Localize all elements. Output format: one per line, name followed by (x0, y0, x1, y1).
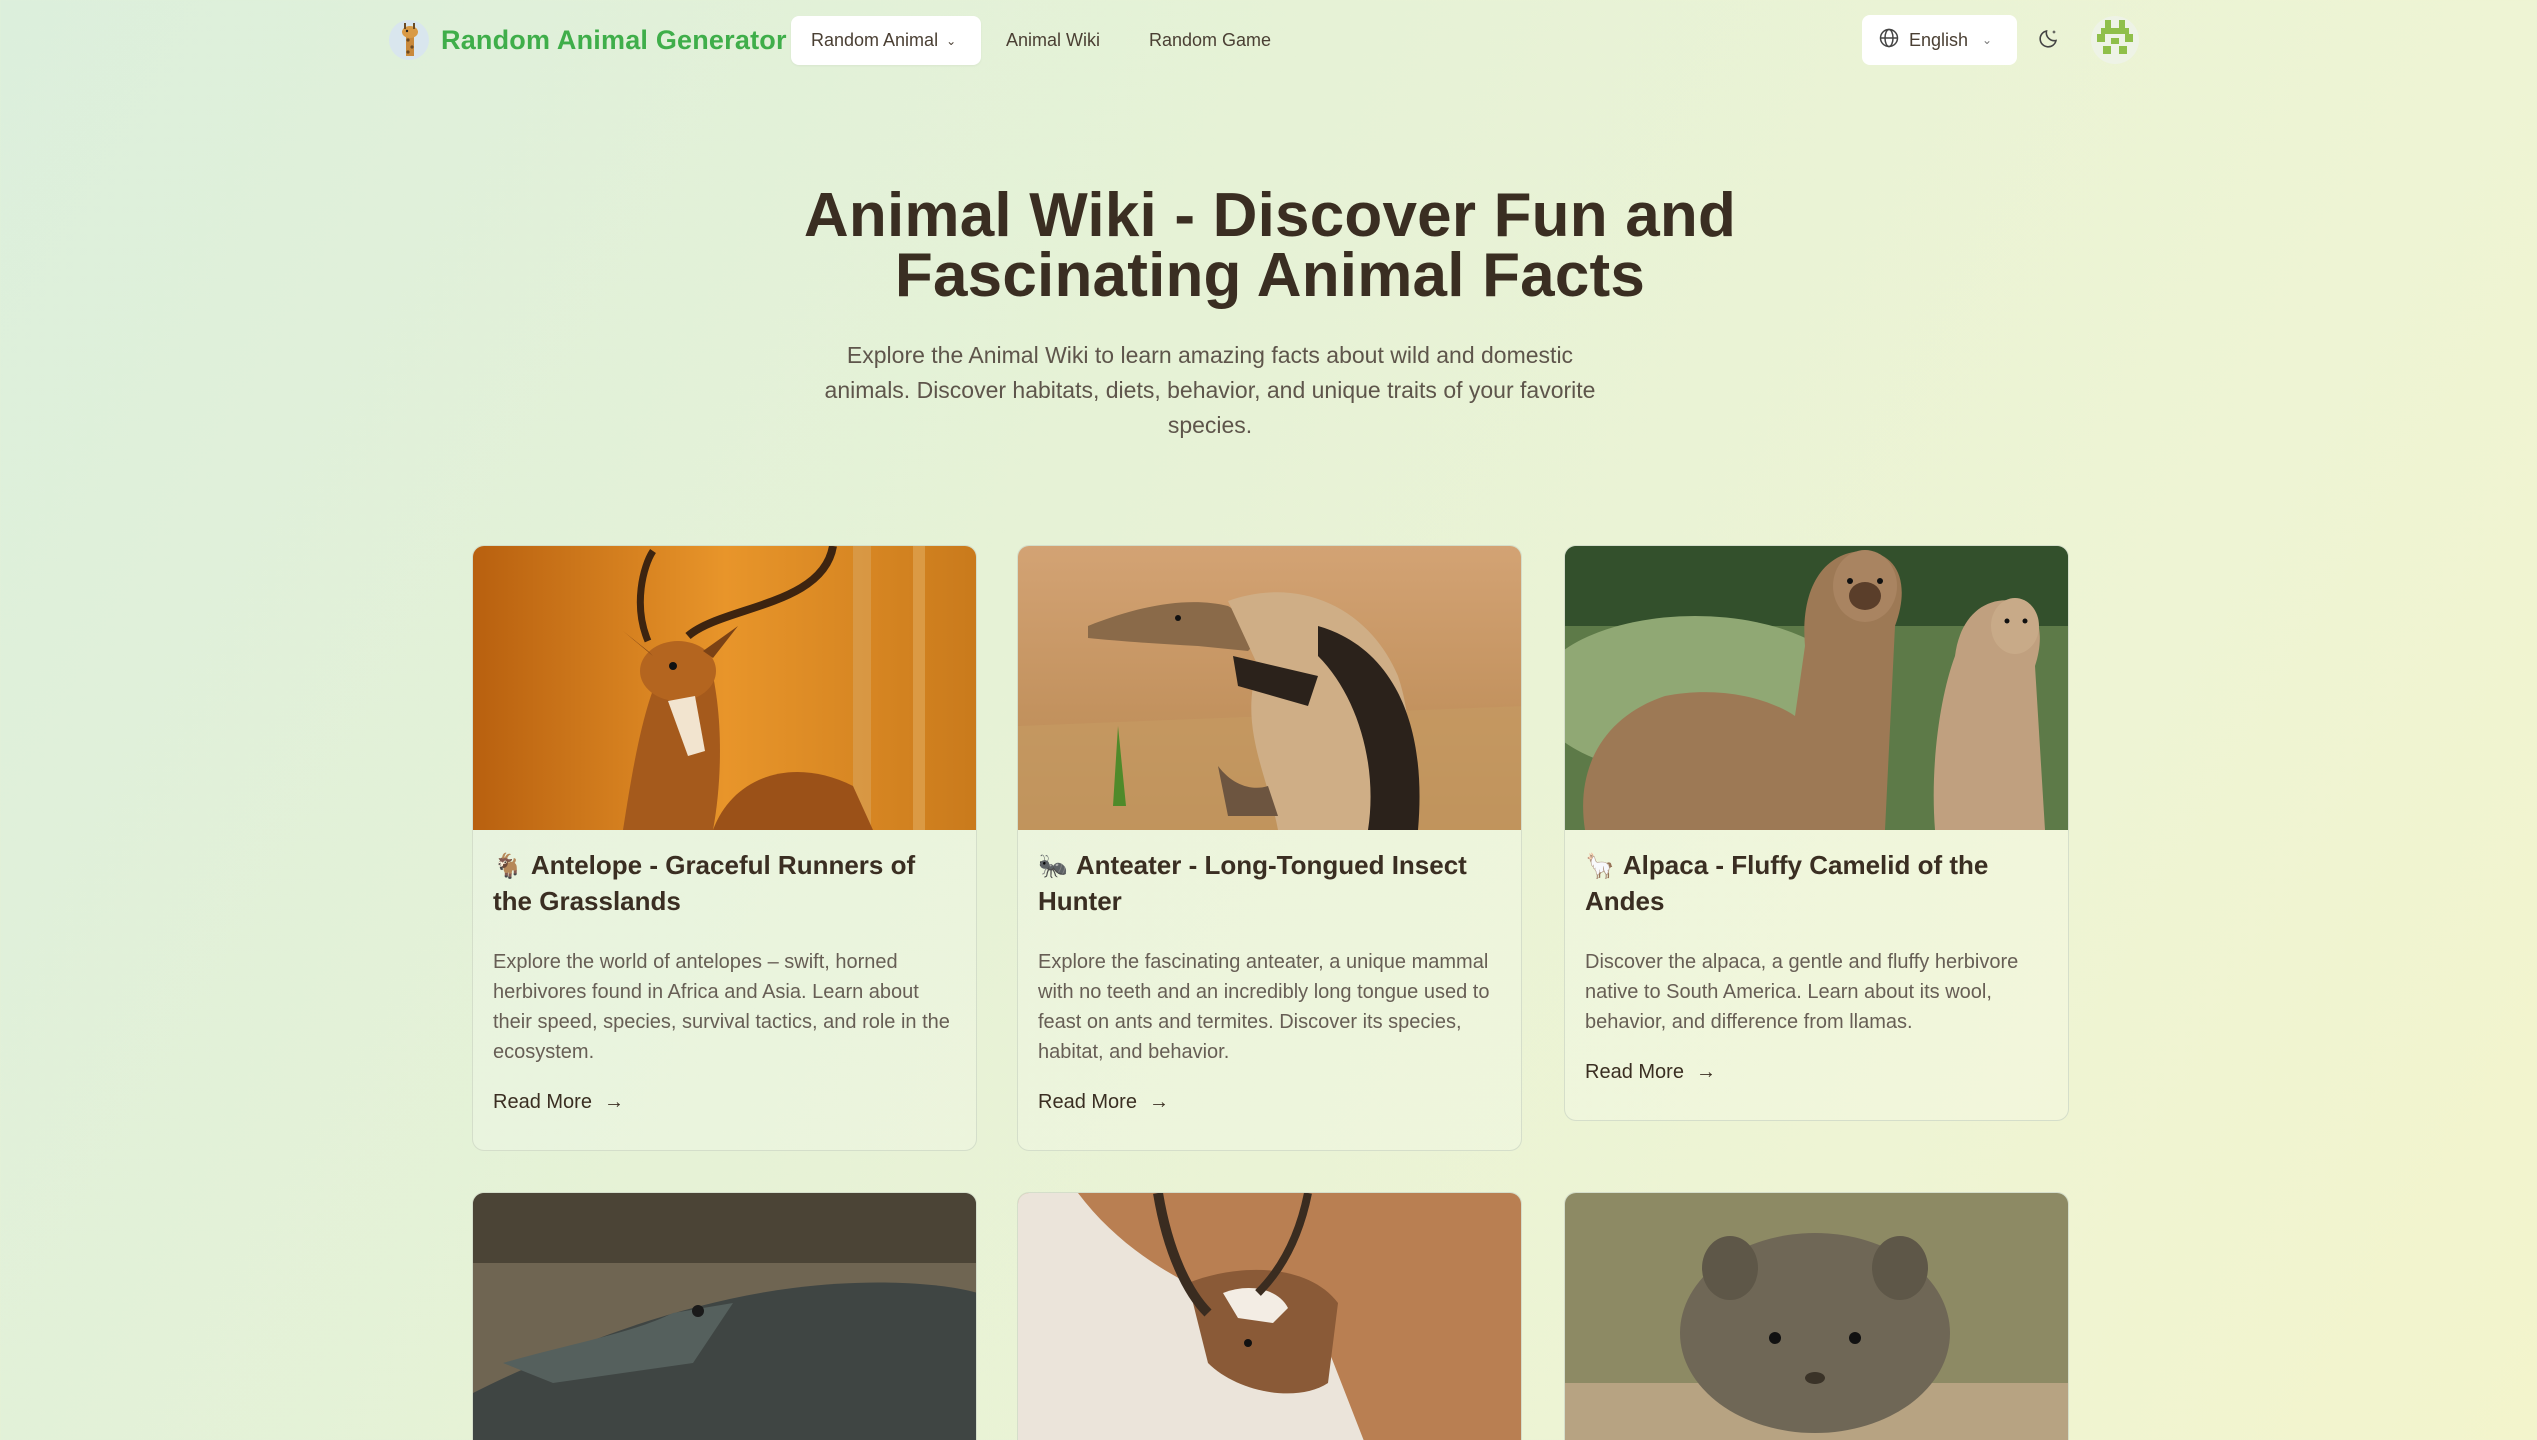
read-more-link[interactable]: Read More → (1585, 1061, 1716, 1084)
read-more-label: Read More (493, 1091, 592, 1113)
animal-card-pika[interactable] (1564, 1192, 2069, 1440)
read-more-label: Read More (1038, 1091, 1137, 1113)
alpaca-image (1565, 546, 2068, 830)
card-description: Explore the world of antelopes – swift, … (493, 951, 950, 1063)
card-title: 🐜 Anteater - Long-Tongued Insect Hunter (1038, 848, 1501, 919)
chevron-down-icon: ⌄ (946, 33, 957, 48)
page-title-line-2: Fascinating Animal Facts (894, 241, 1646, 310)
page-subtitle-line-1: Explore the Animal Wiki to learn amazing… (846, 342, 1574, 368)
goat-emoji-icon: 🐐 (493, 853, 523, 880)
anteater-image (1018, 546, 1521, 830)
llama-emoji-icon: 🦙 (1585, 853, 1615, 880)
animal-card-alligator[interactable] (472, 1192, 977, 1440)
read-more-link[interactable]: Read More → (1038, 1091, 1169, 1114)
alligator-image (473, 1193, 976, 1440)
card-title-text: Anteater - Long-Tongued Insect Hunter (1038, 850, 1467, 916)
user-avatar[interactable] (2091, 16, 2139, 64)
random-animal-label: Random Animal (811, 30, 939, 50)
animal-card-alpaca[interactable]: 🦙 Alpaca - Fluffy Camelid of the Andes Di… (1564, 545, 2069, 1121)
page-subtitle-line-3: species. (1167, 412, 1253, 438)
card-title-text: Antelope - Graceful Runners of the Grass… (493, 850, 916, 916)
page-subtitle-line-2: animals. Discover habitats, diets, behav… (824, 377, 1596, 403)
page-subtitle: Explore the Animal Wiki to learn amazing… (790, 338, 1630, 443)
card-title-text: Alpaca - Fluffy Camelid of the Andes (1585, 850, 1989, 916)
theme-toggle-button[interactable] (2033, 24, 2065, 56)
addax-image (1018, 1193, 1521, 1440)
card-title: 🐐 Antelope - Graceful Runners of the Gras… (493, 848, 956, 919)
globe-icon (1879, 28, 1899, 53)
read-more-label: Read More (1585, 1061, 1684, 1083)
arrow-right-icon: → (603, 1091, 624, 1113)
page-title-line-1: Animal Wiki - Discover Fun and (803, 181, 1737, 250)
random-animal-dropdown[interactable]: Random Animal ⌄ (791, 16, 981, 65)
brand-name: Random Animal Generator (441, 24, 787, 55)
brand-link[interactable]: Random Animal Generator (389, 18, 787, 62)
language-label: English (1909, 29, 1969, 50)
arrow-right-icon: → (1695, 1061, 1716, 1083)
read-more-link[interactable]: Read More → (493, 1091, 624, 1114)
nav-random-game-link[interactable]: Random Game (1149, 16, 1271, 65)
language-select[interactable]: English ⌄ (1862, 15, 2017, 65)
card-description: Explore the fascinating anteater, a uniq… (1038, 951, 1490, 1063)
nav-animal-wiki-link[interactable]: Animal Wiki (1006, 16, 1100, 65)
card-title: 🦙 Alpaca - Fluffy Camelid of the Andes (1585, 848, 2048, 919)
page-title: Animal Wiki - Discover Fun and Fascinati… (670, 185, 1870, 307)
chevron-down-icon: ⌄ (1982, 33, 1993, 47)
top-navbar: Random Animal Generator Random Animal ⌄ … (0, 0, 2537, 80)
moon-icon (2037, 26, 2061, 55)
animal-card-anteater[interactable]: 🐜 Anteater - Long-Tongued Insect Hunter E… (1017, 545, 1522, 1151)
card-description: Discover the alpaca, a gentle and fluffy… (1585, 951, 2019, 1033)
arrow-right-icon: → (1148, 1091, 1169, 1113)
animal-card-addax[interactable] (1017, 1192, 1522, 1440)
giraffe-logo-icon (389, 20, 429, 60)
pika-image (1565, 1193, 2068, 1440)
ant-emoji-icon: 🐜 (1038, 853, 1068, 880)
animal-card-antelope[interactable]: 🐐 Antelope - Graceful Runners of the Gras… (472, 545, 977, 1151)
antelope-image (473, 546, 976, 830)
